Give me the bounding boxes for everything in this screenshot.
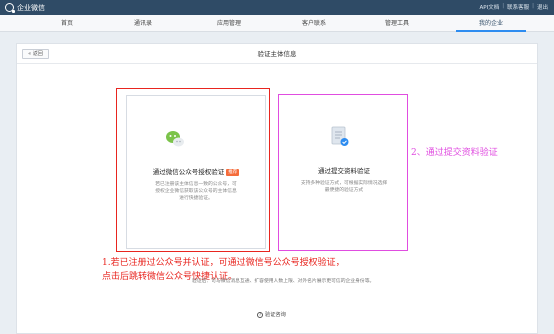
app-name: 企业微信 xyxy=(17,3,45,12)
nav-item-apps[interactable]: 应用管理 xyxy=(194,15,264,32)
link-separator: | xyxy=(532,3,534,9)
verify-benefits-note: 验证后：可与微信消息互通、扩容使用人数上限、对外名片展示更可信的企业身份等。 xyxy=(192,279,375,284)
api-docs-link[interactable]: API文档 xyxy=(480,3,500,11)
annotation-red-box xyxy=(116,88,270,252)
nav-item-contacts[interactable]: 通讯录 xyxy=(108,15,178,32)
main-nav: 首页 通讯录 应用管理 客户联系 管理工具 我的企业 xyxy=(0,15,554,32)
top-bar: 企业微信 API文档 | 联系客服 | 退出 xyxy=(0,0,554,15)
nav-item-home[interactable]: 首页 xyxy=(32,15,102,32)
question-icon: ? xyxy=(257,311,263,318)
link-separator: | xyxy=(502,3,505,9)
verify-card: 验证主体信息 « 返回 通过微信公众号授权验证 推荐 若已注册该主体信息一致的公众… xyxy=(16,43,538,334)
help-label: 验证咨询 xyxy=(265,312,286,318)
verify-help-link[interactable]: ? 验证咨询 xyxy=(257,311,286,318)
card-header: 验证主体信息 « 返回 xyxy=(17,44,537,64)
page-title: 验证主体信息 xyxy=(257,50,297,58)
app-logo[interactable]: 企业微信 xyxy=(5,2,45,13)
nav-item-tools[interactable]: 管理工具 xyxy=(362,15,432,32)
annotation-line: 1.若已注册过公众号并认证，可通过微信号公众号授权验证， xyxy=(102,258,345,268)
wecom-logo-icon xyxy=(5,3,15,13)
back-button[interactable]: « 返回 xyxy=(22,49,49,59)
contact-support-link[interactable]: 联系客服 xyxy=(507,3,529,11)
annotation-magenta-text: 2、通过提交资料验证 xyxy=(411,148,498,158)
nav-item-my-company[interactable]: 我的企业 xyxy=(456,15,526,32)
logout-link[interactable]: 退出 xyxy=(537,3,548,11)
annotation-magenta-box xyxy=(278,94,408,251)
nav-item-customer[interactable]: 客户联系 xyxy=(279,15,349,32)
top-links: API文档 | 联系客服 | 退出 xyxy=(477,3,548,11)
